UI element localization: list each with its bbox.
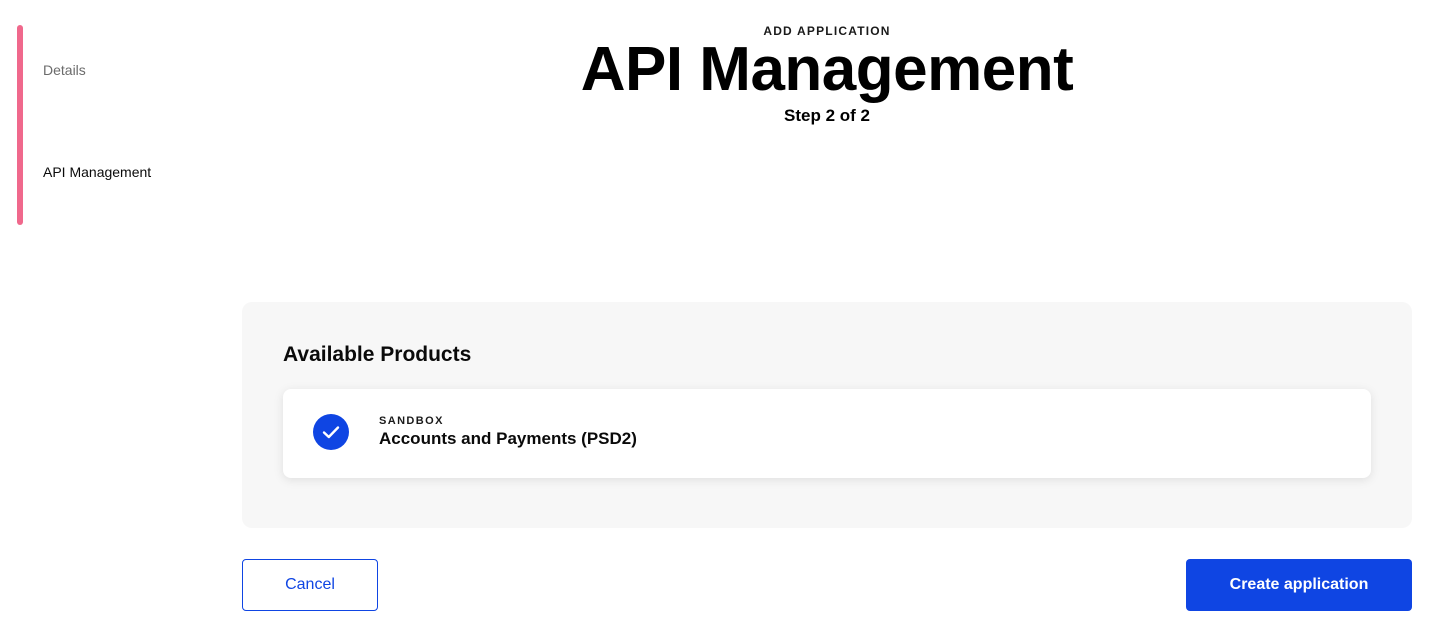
sidebar-step-api-management[interactable]: API Management (43, 164, 151, 180)
check-icon[interactable] (313, 414, 349, 450)
product-card[interactable]: SANDBOX Accounts and Payments (PSD2) (283, 389, 1371, 478)
available-products-panel: Available Products SANDBOX Accounts and … (242, 302, 1412, 528)
step-indicator: Step 2 of 2 (784, 106, 870, 125)
add-application-page: Details API Management ADD APPLICATION A… (0, 0, 1442, 621)
page-title: API Management (580, 35, 1074, 104)
product-name: Accounts and Payments (PSD2) (379, 429, 637, 448)
cancel-button[interactable]: Cancel (242, 559, 378, 611)
create-application-button[interactable]: Create application (1186, 559, 1412, 611)
available-products-title: Available Products (283, 343, 472, 366)
product-environment-label: SANDBOX (379, 415, 444, 427)
